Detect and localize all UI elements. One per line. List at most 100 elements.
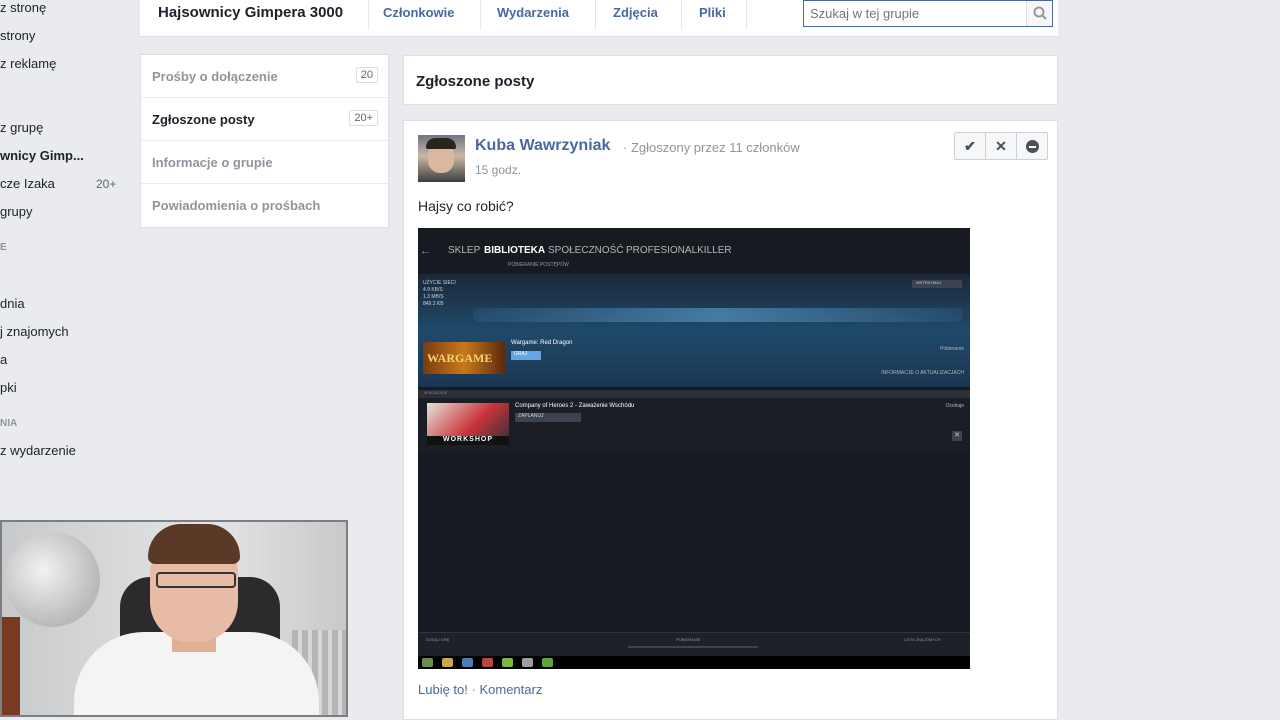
search-input[interactable] <box>804 1 1026 26</box>
menu-item-request-notifications[interactable]: Powiadomienia o prośbach <box>141 184 388 227</box>
steam-bottom-bar: DODAJ GRĘ POBIERANIE LISTA ZNAJOMYCH <box>418 632 970 656</box>
game-title: Wargame: Red Dragon <box>511 340 573 346</box>
download-row-active: WARGAME Wargame: Red Dragon GRAJ Pobiera… <box>418 332 970 387</box>
net-stat: 1.3 MB/S <box>423 294 444 300</box>
tab-photos[interactable]: Zdjęcia <box>613 5 658 20</box>
group-top-bar: Hajsownicy Gimpera 3000 Członkowie Wydar… <box>140 0 1058 37</box>
windows-taskbar <box>418 656 970 669</box>
moderation-actions: ✔ ✕ <box>954 132 1048 160</box>
menu-item-label: Informacje o grupie <box>152 155 273 170</box>
sidebar-item[interactable]: z reklamę <box>0 56 56 71</box>
sidebar-item[interactable]: z stronę <box>0 0 46 15</box>
taskbar-app-icon <box>522 658 533 667</box>
bandwidth-wave <box>473 308 963 322</box>
microphone-icon <box>5 532 100 627</box>
avatar-hair <box>426 138 456 149</box>
steam-nav-store: SKLEP <box>448 245 481 256</box>
close-icon: ✕ <box>995 137 1007 154</box>
taskbar-app-icon <box>422 658 433 667</box>
taskbar-app-icon <box>502 658 513 667</box>
menu-item-reported-posts[interactable]: Zgłoszone posty 20+ <box>141 98 388 141</box>
net-stat: 4.9 KB/S <box>423 287 443 293</box>
update-info-link: INFORMACJE O AKTUALIZACJACH <box>881 370 964 376</box>
download-row-queued: WORKSHOP Company of Heroes 2 - Zaważenie… <box>418 398 970 453</box>
group-name[interactable]: Hajsownicy Gimpera 3000 <box>158 4 343 21</box>
remove-button[interactable]: ✕ <box>986 133 1017 159</box>
section-header: Zgłoszone posty <box>403 55 1058 105</box>
count-badge: 20+ <box>349 110 378 126</box>
tab-files[interactable]: Pliki <box>699 5 726 20</box>
steam-nav-sub: POBIERANIE POSTĘPÓW <box>508 262 569 268</box>
download-progress-bar <box>628 646 758 648</box>
person-hair <box>148 524 240 564</box>
steam-nav-library: BIBLIOTEKA <box>484 245 546 256</box>
game-banner: WARGAME <box>423 342 505 374</box>
post-image[interactable]: ← SKLEP BIBLIOTEKA SPOŁECZNOŚĆ PROFESION… <box>418 228 970 669</box>
menu-item-label: Zgłoszone posty <box>152 112 255 127</box>
block-button[interactable] <box>1017 133 1047 159</box>
pause-downloads-button: WSTRZYMAJ <box>912 280 962 288</box>
tab-events[interactable]: Wydarzenia <box>497 5 569 20</box>
net-stat: 849.2 KB <box>423 301 444 307</box>
section-title: Zgłoszone posty <box>416 73 535 90</box>
game-banner-text: WARGAME <box>427 351 493 365</box>
check-icon: ✔ <box>964 137 976 154</box>
net-stat-label: UŻYCIE SIECI <box>423 280 456 286</box>
menu-item-label: Prośby o dołączenie <box>152 69 278 84</box>
comment-link[interactable]: Komentarz <box>479 682 542 697</box>
divider <box>480 0 481 30</box>
steam-nav: ← SKLEP BIBLIOTEKA SPOŁECZNOŚĆ PROFESION… <box>418 228 970 274</box>
taskbar-app-icon <box>542 658 553 667</box>
sidebar-item[interactable]: wnicy Gimp... <box>0 148 84 163</box>
menu-item-join-requests[interactable]: Prośby o dołączenie 20 <box>141 55 388 98</box>
sidebar-item[interactable]: pki <box>0 380 17 395</box>
download-status: Pobieranie <box>940 346 964 352</box>
steam-nav-community: SPOŁECZNOŚĆ <box>548 245 624 256</box>
add-game-label: DODAJ GRĘ <box>426 637 450 642</box>
menu-item-label: Powiadomienia o prośbach <box>152 198 321 213</box>
post-author[interactable]: Kuba Wawrzyniak <box>475 137 610 155</box>
glasses-icon <box>156 572 236 588</box>
like-link[interactable]: Lubię to! <box>418 682 468 697</box>
tab-members[interactable]: Członkowie <box>383 5 455 20</box>
menu-item-group-info[interactable]: Informacje o grupie <box>141 141 388 184</box>
sidebar-item[interactable]: cze Izaka <box>0 176 55 191</box>
sidebar-item[interactable]: strony <box>0 28 35 43</box>
reported-post: Kuba Wawrzyniak · Zgłoszony przez 11 czł… <box>403 120 1058 720</box>
steam-nav-profile: PROFESIONALKILLER <box>626 245 732 256</box>
post-text: Hajsy co robić? <box>418 198 514 214</box>
webcam-overlay <box>0 520 348 717</box>
close-icon: ✕ <box>952 431 962 441</box>
play-button: GRAJ <box>511 351 541 360</box>
taskbar-app-icon <box>442 658 453 667</box>
sidebar-item[interactable]: z grupę <box>0 120 43 135</box>
sidebar-item[interactable]: dnia <box>0 296 25 311</box>
reported-by-text[interactable]: · Zgłoszony przez 11 członków <box>623 140 800 155</box>
taskbar-app-icon <box>482 658 493 667</box>
download-status: Ocekuje <box>945 403 964 409</box>
sidebar-item[interactable]: z wydarzenie <box>0 443 76 458</box>
back-arrow-icon: ← <box>420 245 431 257</box>
microphone-arm <box>2 617 20 715</box>
divider <box>746 0 747 30</box>
approve-button[interactable]: ✔ <box>955 133 986 159</box>
group-search <box>803 0 1053 27</box>
friends-list-label: LISTA ZNAJOMYCH <box>904 637 941 642</box>
sidebar-item[interactable]: j znajomych <box>0 324 69 339</box>
sidebar-count: 20+ <box>96 177 117 191</box>
schedule-button: ZAPLANUJ <box>515 413 581 422</box>
sidebar-item[interactable]: grupy <box>0 204 33 219</box>
game-title: Company of Heroes 2 - Zaważenie Wschódu <box>515 403 635 409</box>
game-banner: WORKSHOP <box>427 403 509 445</box>
sidebar-item[interactable]: a <box>0 352 7 367</box>
block-icon <box>1025 139 1039 153</box>
queue-header: W KOLEJCE <box>418 390 970 398</box>
avatar[interactable] <box>418 135 465 182</box>
search-button[interactable] <box>1026 1 1052 26</box>
divider <box>595 0 596 30</box>
sidebar-section-header: NIA <box>0 418 18 429</box>
post-timestamp[interactable]: 15 godz. <box>475 163 521 177</box>
workshop-label: WORKSHOP <box>427 436 509 445</box>
search-icon <box>1033 6 1047 20</box>
separator-dot: · <box>471 682 476 697</box>
